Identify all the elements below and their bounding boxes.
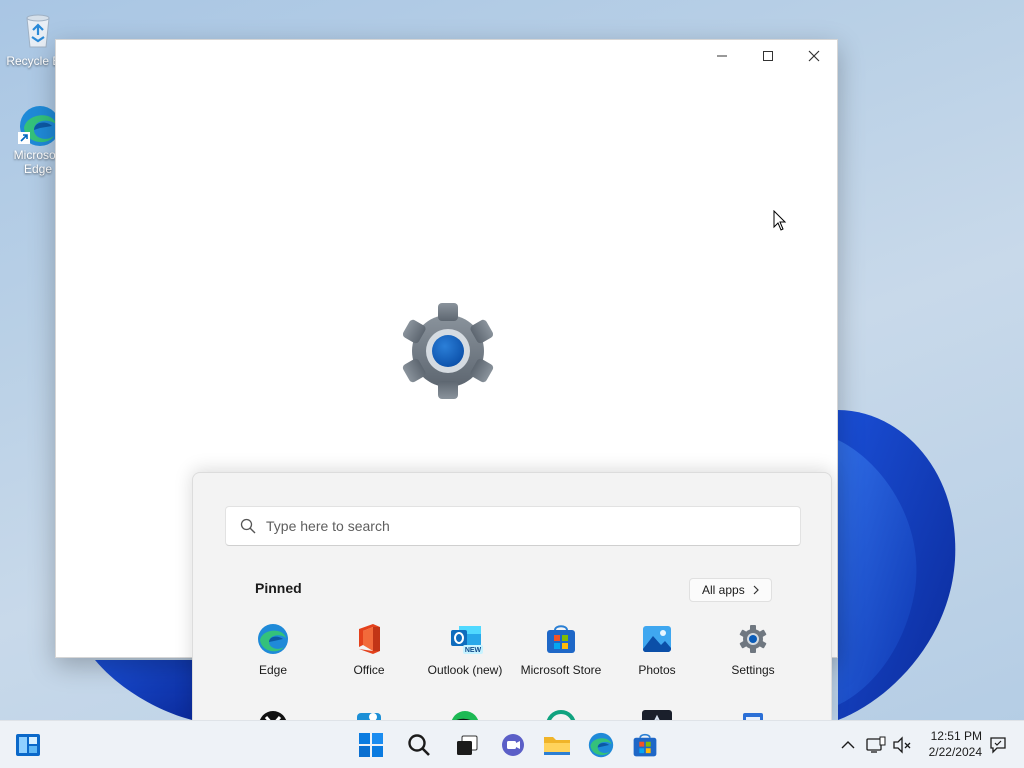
search-input[interactable] xyxy=(266,518,766,534)
pinned-apps-row-2 xyxy=(225,709,801,720)
pinned-app-copilot[interactable] xyxy=(513,709,609,720)
start-search-box[interactable] xyxy=(225,506,801,546)
recycle-bin-icon xyxy=(18,10,58,50)
svg-text:NEW: NEW xyxy=(465,647,482,654)
app-label: Edge xyxy=(258,663,288,677)
pinned-app-settings[interactable]: Settings xyxy=(705,623,801,677)
mouse-cursor-icon xyxy=(773,209,787,232)
file-explorer-icon xyxy=(544,737,570,755)
settings-icon xyxy=(737,623,769,655)
xbox-icon xyxy=(257,709,289,720)
widgets-button[interactable] xyxy=(12,729,44,761)
close-button[interactable] xyxy=(791,40,837,72)
pinned-app-xbox[interactable] xyxy=(225,709,321,720)
outlook-icon: NEW xyxy=(449,623,483,655)
edge-icon xyxy=(257,623,289,655)
minimize-button[interactable] xyxy=(699,40,745,72)
start-button[interactable] xyxy=(355,729,387,761)
clipchamp-icon xyxy=(353,709,385,720)
edge-icon xyxy=(588,732,614,758)
app-label: Photos xyxy=(638,663,676,677)
search-button[interactable] xyxy=(403,729,435,761)
notifications-button[interactable] xyxy=(986,729,1010,761)
photos-icon xyxy=(641,623,673,655)
network-icon xyxy=(866,736,886,753)
store-taskbar-button[interactable] xyxy=(629,729,661,761)
chat-button[interactable] xyxy=(497,729,529,761)
maximize-button[interactable] xyxy=(745,40,791,72)
clock[interactable]: 12:51 PM 2/22/2024 xyxy=(929,728,982,760)
taskbar: 12:51 PM 2/22/2024 xyxy=(0,720,1024,768)
pinned-app-clipchamp[interactable] xyxy=(321,709,417,720)
spotify-icon xyxy=(449,709,481,720)
office-icon xyxy=(353,623,385,655)
settings-gear-icon xyxy=(399,302,497,400)
chat-icon xyxy=(502,734,524,756)
search-icon xyxy=(240,518,256,534)
pinned-heading: Pinned xyxy=(255,580,302,596)
pinned-app-microsoft-store[interactable]: Microsoft Store xyxy=(513,623,609,677)
maximize-icon xyxy=(763,51,773,61)
minimize-icon xyxy=(717,55,727,57)
clock-time: 12:51 PM xyxy=(930,729,982,743)
app-label: Settings xyxy=(731,663,775,677)
store-icon xyxy=(633,733,657,757)
notepad-icon xyxy=(737,709,769,720)
pinned-app-prime-video[interactable] xyxy=(609,709,705,720)
pinned-app-edge[interactable]: Edge xyxy=(225,623,321,677)
widgets-icon xyxy=(16,734,40,756)
start-menu: Pinned All apps Edge Off xyxy=(192,472,832,720)
task-view-button[interactable] xyxy=(451,729,483,761)
all-apps-label: All apps xyxy=(702,583,745,597)
chevron-up-icon xyxy=(841,741,855,749)
volume-button[interactable] xyxy=(888,729,916,761)
window-controls xyxy=(699,40,837,72)
pinned-app-photos[interactable]: Photos xyxy=(609,623,705,677)
start-icon xyxy=(359,733,383,757)
close-icon xyxy=(808,50,820,62)
tray-overflow-button[interactable] xyxy=(834,729,862,761)
notification-icon xyxy=(990,737,1006,754)
network-button[interactable] xyxy=(862,729,890,761)
edge-icon xyxy=(18,104,60,146)
edge-taskbar-button[interactable] xyxy=(585,729,617,761)
file-explorer-button[interactable] xyxy=(541,729,573,761)
prime-video-icon xyxy=(641,709,673,720)
pinned-app-outlook[interactable]: NEW Outlook (new) xyxy=(417,623,513,677)
app-label: Office xyxy=(353,663,385,677)
pinned-app-spotify[interactable] xyxy=(417,709,513,720)
store-icon xyxy=(545,623,577,655)
clock-date: 2/22/2024 xyxy=(928,745,982,759)
copilot-icon xyxy=(545,709,577,720)
task-view-icon xyxy=(457,735,478,755)
all-apps-button[interactable]: All apps xyxy=(689,578,772,602)
search-icon xyxy=(408,734,430,756)
pinned-app-office[interactable]: Office xyxy=(321,623,417,677)
pinned-apps-row: Edge Office NEW Outlook (new) Microsoft … xyxy=(225,623,801,677)
chevron-right-icon xyxy=(753,585,759,595)
volume-muted-icon xyxy=(893,736,911,754)
app-label: Outlook (new) xyxy=(427,663,503,677)
pinned-app-notepad[interactable] xyxy=(705,709,801,720)
app-label: Microsoft Store xyxy=(520,663,602,677)
